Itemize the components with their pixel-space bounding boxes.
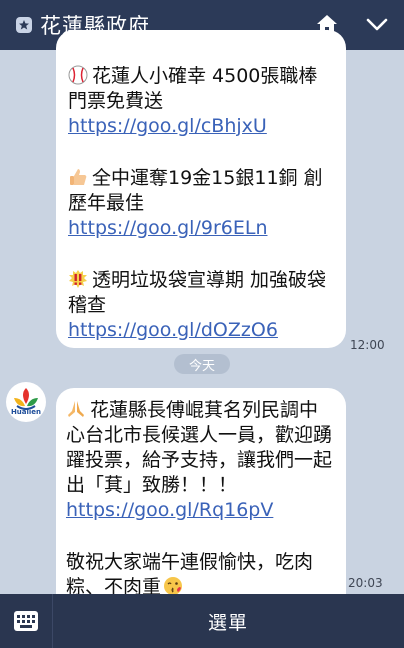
chat-app: 花蓮縣政府 花蓮人小確幸 4500張職棒門票免費送 https://goo.gl… xyxy=(0,0,404,648)
baseball-icon xyxy=(68,65,88,85)
double-exclamation-icon xyxy=(68,269,88,289)
star-badge-icon xyxy=(16,17,32,33)
message-link[interactable]: https://goo.gl/cBhjxU xyxy=(68,114,336,139)
praying-hands-icon xyxy=(66,399,86,419)
message-link[interactable]: https://goo.gl/Rq16pV xyxy=(66,498,336,523)
date-separator: 今天 xyxy=(174,354,230,374)
message-text: 花蓮縣長傅崐萁名列民調中心台北市長候選人一員，歡迎踴躍投票，給予支持，讓我們一起… xyxy=(66,399,333,496)
message-item: 敬祝大家端午連假愉快，吃肉粽、不肉重 xyxy=(66,550,336,600)
message-time: 12:00 xyxy=(350,338,385,352)
message-text: 敬祝大家端午連假愉快，吃肉粽、不肉重 xyxy=(66,551,314,598)
menu-button[interactable]: 選單 xyxy=(52,594,404,648)
message-item: 透明垃圾袋宣導期 加強破袋稽查 https://goo.gl/dOZzO6 xyxy=(68,268,336,343)
message-text: 全中運奪19金15銀11銅 創歷年最佳 xyxy=(68,167,323,214)
avatar-label: Hualien xyxy=(10,408,42,416)
avatar[interactable]: Hualien xyxy=(6,382,46,422)
chat-area[interactable]: 花蓮人小確幸 4500張職棒門票免費送 https://goo.gl/cBhjx… xyxy=(0,30,404,636)
chevron-down-icon[interactable] xyxy=(366,16,388,34)
message-item: 全中運奪19金15銀11銅 創歷年最佳 https://goo.gl/9r6EL… xyxy=(68,166,336,241)
keyboard-icon[interactable] xyxy=(0,594,53,648)
message-text: 透明垃圾袋宣導期 加強破袋稽查 xyxy=(68,269,327,316)
chat-footer: 選單 xyxy=(0,594,404,648)
message-link[interactable]: https://goo.gl/9r6ELn xyxy=(68,216,336,241)
message-text: 花蓮人小確幸 4500張職棒門票免費送 xyxy=(68,65,318,112)
thumbs-up-icon xyxy=(68,167,88,187)
kiss-face-icon xyxy=(163,576,183,596)
message-item: 花蓮人小確幸 4500張職棒門票免費送 https://goo.gl/cBhjx… xyxy=(68,64,336,139)
message-link[interactable]: https://goo.gl/dOZzO6 xyxy=(68,318,336,343)
message-item: 花蓮縣長傅崐萁名列民調中心台北市長候選人一員，歡迎踴躍投票，給予支持，讓我們一起… xyxy=(66,398,336,523)
message-time: 20:03 xyxy=(348,576,383,590)
message-bubble: 花蓮人小確幸 4500張職棒門票免費送 https://goo.gl/cBhjx… xyxy=(56,30,346,348)
